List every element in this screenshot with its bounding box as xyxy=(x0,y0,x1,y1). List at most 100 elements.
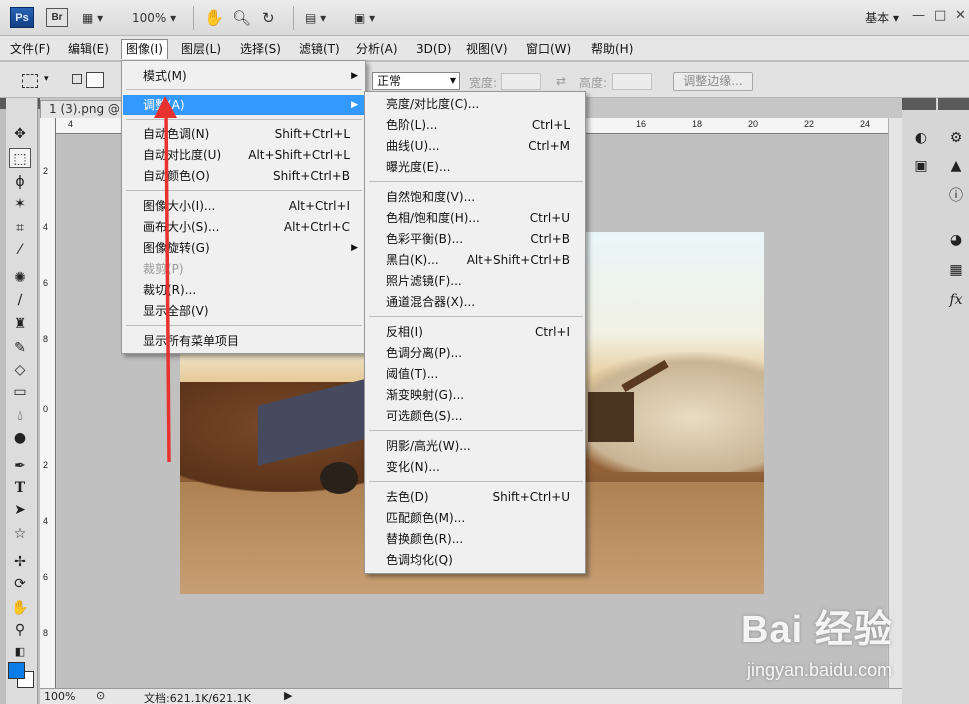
move-tool-icon[interactable]: ✥ xyxy=(9,124,31,144)
menu-item-photo-filter[interactable]: 照片滤镜(F)... xyxy=(366,271,584,291)
menu-filter[interactable]: 滤镜(T) xyxy=(295,39,344,59)
menu-item-auto-contrast[interactable]: 自动对比度(U) Alt+Shift+Ctrl+L xyxy=(123,145,364,165)
3d-rotate-icon[interactable]: ✢ xyxy=(9,552,31,572)
histogram-icon[interactable]: ▲ xyxy=(945,156,967,176)
menu-3d[interactable]: 3D(D) xyxy=(412,39,455,59)
clone-stamp-icon[interactable]: ♜ xyxy=(9,314,31,334)
panel-dock-header[interactable] xyxy=(938,98,969,110)
menu-item-curves[interactable]: 曲线(U)... Ctrl+M xyxy=(366,136,584,156)
height-field[interactable] xyxy=(612,73,652,90)
screen-mode-button[interactable]: ▣ ▾ xyxy=(354,9,375,27)
styles-fx-icon[interactable]: fx xyxy=(945,290,967,310)
eraser-icon[interactable]: ◇ xyxy=(9,360,31,380)
crop-tool-icon[interactable]: ⌗ xyxy=(9,218,31,238)
add-selection-icon[interactable] xyxy=(86,72,104,88)
menu-select[interactable]: 选择(S) xyxy=(236,39,285,59)
eyedropper-icon[interactable]: ⁄ xyxy=(9,240,31,260)
menu-item-image-size[interactable]: 图像大小(I)... Alt+Ctrl+I xyxy=(123,196,364,216)
custom-shape-icon[interactable]: ☆ xyxy=(9,524,31,544)
menu-window[interactable]: 窗口(W) xyxy=(522,39,575,59)
bridge-button[interactable]: Br xyxy=(46,8,68,27)
gear-icon[interactable]: ⚙ xyxy=(945,128,967,148)
menu-file[interactable]: 文件(F) xyxy=(6,39,54,59)
magic-wand-icon[interactable]: ✶ xyxy=(9,194,31,214)
menu-item-match-color[interactable]: 匹配颜色(M)... xyxy=(366,508,584,528)
lasso-tool-icon[interactable]: ϕ xyxy=(9,172,31,192)
3d-orbit-icon[interactable]: ⟳ xyxy=(9,574,31,594)
menu-item-brightness-contrast[interactable]: 亮度/对比度(C)... xyxy=(366,94,584,114)
refine-edge-button[interactable]: 调整边缘... xyxy=(673,72,753,91)
healing-brush-icon[interactable]: ✺ xyxy=(9,268,31,288)
menu-item-image-rotation[interactable]: 图像旋转(G) ▶ xyxy=(123,238,364,258)
hand-tool-icon[interactable]: ✋ xyxy=(204,9,224,27)
menu-edit[interactable]: 编辑(E) xyxy=(64,39,113,59)
menu-item-adjustments[interactable]: 调整(A) ▶ xyxy=(123,95,364,115)
menu-item-black-white[interactable]: 黑白(K)... Alt+Shift+Ctrl+B xyxy=(366,250,584,270)
swap-icon[interactable]: ⇄ xyxy=(556,74,566,88)
menu-item-invert[interactable]: 反相(I) Ctrl+I xyxy=(366,322,584,342)
menu-image[interactable]: 图像(I) xyxy=(121,39,168,59)
dodge-tool-icon[interactable]: ● xyxy=(9,428,31,448)
rectangular-marquee-icon[interactable]: ⬚ xyxy=(9,148,31,168)
menu-item-reveal-all[interactable]: 显示全部(V) xyxy=(123,301,364,321)
menu-item-threshold[interactable]: 阈值(T)... xyxy=(366,364,584,384)
arrange-documents-button[interactable]: ▤ ▾ xyxy=(305,9,326,27)
status-icon[interactable]: ⊙ xyxy=(96,689,105,702)
swatches-icon[interactable]: ▦ xyxy=(945,260,967,280)
menu-item-auto-color[interactable]: 自动颜色(O) Shift+Ctrl+B xyxy=(123,166,364,186)
menu-layer[interactable]: 图层(L) xyxy=(177,39,225,59)
style-select[interactable]: 正常 xyxy=(372,72,460,90)
rotate-view-icon[interactable]: ↻ xyxy=(262,9,275,27)
gradient-tool-icon[interactable]: ▭ xyxy=(9,382,31,402)
menu-view[interactable]: 视图(V) xyxy=(462,39,512,59)
menu-item-desaturate[interactable]: 去色(D) Shift+Ctrl+U xyxy=(366,487,584,507)
menu-item-posterize[interactable]: 色调分离(P)... xyxy=(366,343,584,363)
view-extras-button[interactable]: ▦ ▾ xyxy=(82,9,103,27)
minimize-button[interactable]: — xyxy=(912,8,925,23)
zoom-tool-icon[interactable]: ⚲ xyxy=(9,620,31,640)
menu-item-selective-color[interactable]: 可选颜色(S)... xyxy=(366,406,584,426)
width-field[interactable] xyxy=(501,73,541,90)
menu-item-channel-mixer[interactable]: 通道混合器(X)... xyxy=(366,292,584,312)
path-selection-icon[interactable]: ➤ xyxy=(9,500,31,520)
menu-item-vibrance[interactable]: 自然饱和度(V)... xyxy=(366,187,584,207)
brush-tool-icon[interactable]: ∕ xyxy=(9,290,31,310)
menu-item-color-balance[interactable]: 色彩平衡(B)... Ctrl+B xyxy=(366,229,584,249)
zoom-tool-icon[interactable]: 🔍︎ xyxy=(232,9,251,27)
default-colors-icon[interactable]: ◧ ⇆ xyxy=(9,642,31,678)
workspace-switcher[interactable]: 基本 ▾ xyxy=(865,9,899,26)
blur-tool-icon[interactable]: 💧︎ xyxy=(9,406,31,426)
menu-item-levels[interactable]: 色阶(L)... Ctrl+L xyxy=(366,115,584,135)
menu-item-replace-color[interactable]: 替换颜色(R)... xyxy=(366,529,584,549)
menu-item-exposure[interactable]: 曝光度(E)... xyxy=(366,157,584,177)
preset-dropdown-icon[interactable]: ▾ xyxy=(44,74,49,84)
hand-tool-icon[interactable]: ✋ xyxy=(9,598,31,618)
zoom-level-dropdown[interactable]: 100% ▾ xyxy=(132,9,176,27)
status-zoom[interactable]: 100% xyxy=(44,690,75,703)
menu-item-hue-saturation[interactable]: 色相/饱和度(H)... Ctrl+U xyxy=(366,208,584,228)
menu-item-variations[interactable]: 变化(N)... xyxy=(366,457,584,477)
menu-item-equalize[interactable]: 色调均化(Q) xyxy=(366,550,584,570)
info-icon[interactable]: ⓘ xyxy=(945,186,967,206)
new-selection-icon[interactable] xyxy=(72,74,82,84)
navigator-icon[interactable]: ◐ xyxy=(910,128,932,148)
menu-item-canvas-size[interactable]: 画布大小(S)... Alt+Ctrl+C xyxy=(123,217,364,237)
type-tool-icon[interactable]: T xyxy=(9,478,31,498)
menu-help[interactable]: 帮助(H) xyxy=(587,39,637,59)
panel-dock-header[interactable] xyxy=(902,98,936,110)
history-brush-icon[interactable]: ✎ xyxy=(9,338,31,358)
menu-item-shadows-highlights[interactable]: 阴影/高光(W)... xyxy=(366,436,584,456)
menu-item-mode[interactable]: 模式(M) ▶ xyxy=(123,66,364,86)
pen-tool-icon[interactable]: ✒ xyxy=(9,456,31,476)
status-menu-arrow-icon[interactable]: ▶ xyxy=(284,689,292,702)
menu-item-auto-tone[interactable]: 自动色调(N) Shift+Ctrl+L xyxy=(123,124,364,144)
menu-item-show-all-menu-items[interactable]: 显示所有菜单项目 xyxy=(123,331,364,351)
maximize-button[interactable]: □ xyxy=(934,8,946,23)
marquee-preset-icon[interactable] xyxy=(22,74,38,88)
menu-item-trim[interactable]: 裁切(R)... xyxy=(123,280,364,300)
menu-analysis[interactable]: 分析(A) xyxy=(352,39,402,59)
color-palette-icon[interactable]: ◕ xyxy=(945,230,967,250)
menu-item-gradient-map[interactable]: 渐变映射(G)... xyxy=(366,385,584,405)
camera-icon[interactable]: ▣ xyxy=(910,156,932,176)
close-button[interactable]: ✕ xyxy=(955,8,966,23)
